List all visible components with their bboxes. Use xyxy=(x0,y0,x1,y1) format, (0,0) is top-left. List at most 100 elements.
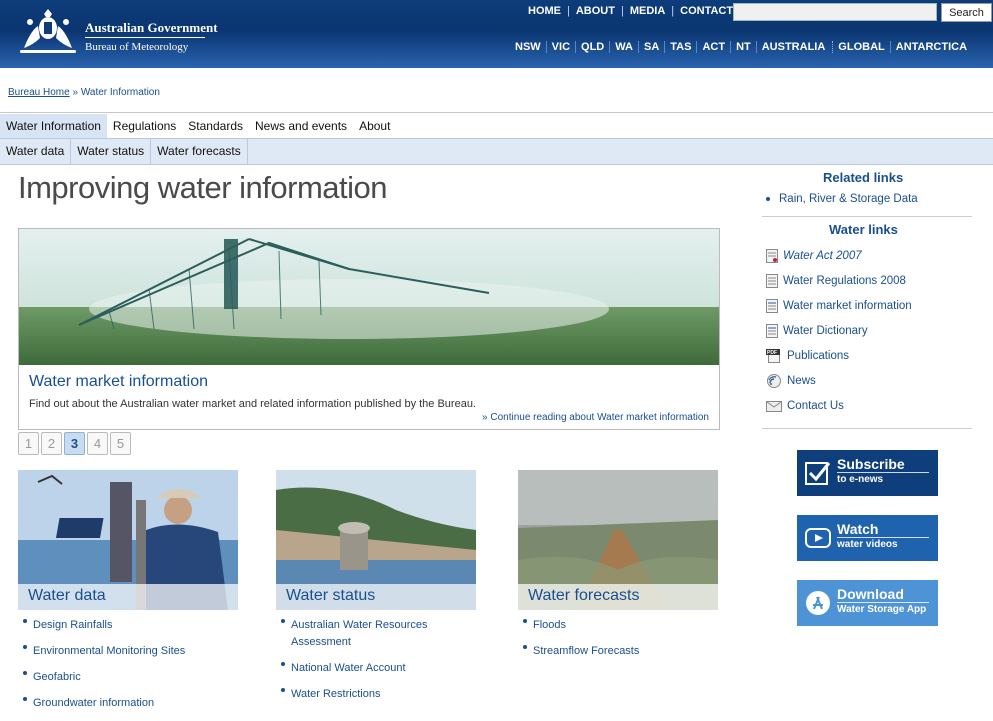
promo-title: Subscribe xyxy=(837,456,905,472)
top-link-about[interactable]: ABOUT xyxy=(570,5,621,17)
subnav-water-data[interactable]: Water data xyxy=(0,139,72,164)
water-link-water-dictionary[interactable]: Water Dictionary xyxy=(766,324,868,338)
link-label[interactable]: Rain, River & Storage Data xyxy=(779,193,918,205)
link-label[interactable]: Publications xyxy=(787,350,849,362)
link-label[interactable]: Water Dictionary xyxy=(783,325,868,337)
link-groundwater-information[interactable]: Groundwater information xyxy=(18,695,238,712)
link-label[interactable]: Water market information xyxy=(783,300,912,312)
promo-subtitle: water videos xyxy=(837,539,898,550)
water-link-water-act[interactable]: Water Act 2007 xyxy=(766,249,862,263)
pager-page-4[interactable]: 4 xyxy=(87,432,108,455)
state-link-antarctica[interactable]: ANTARCTICA xyxy=(889,41,972,53)
feature-description: Find out about the Australian water mark… xyxy=(29,398,476,410)
card-link-list: Floods Streamflow Forecasts xyxy=(518,617,718,669)
link-water-restrictions[interactable]: Water Restrictions xyxy=(276,686,476,703)
state-link-wa[interactable]: WA xyxy=(609,41,638,53)
checkbox-icon xyxy=(805,462,831,485)
promo-title: Watch xyxy=(837,521,879,537)
state-link-sa[interactable]: SA xyxy=(637,41,664,53)
site-header: Australian Government Bureau of Meteorol… xyxy=(0,0,993,68)
breadcrumb-separator: » xyxy=(72,87,79,98)
feature-continue-link[interactable]: » Continue reading about Water market in… xyxy=(482,412,709,423)
divider xyxy=(0,112,993,113)
state-link-global[interactable]: GLOBAL xyxy=(832,41,889,53)
link-floods[interactable]: Floods xyxy=(518,617,718,634)
download-app-button[interactable]: Download Water Storage App xyxy=(797,580,938,626)
promo-underline xyxy=(837,472,929,473)
card-title-bar: Water status xyxy=(276,584,476,610)
state-link-nsw[interactable]: NSW xyxy=(510,41,546,53)
promo-subtitle: Water Storage App xyxy=(837,604,927,615)
link-geofabric[interactable]: Geofabric xyxy=(18,669,238,686)
divider xyxy=(762,428,972,429)
link-national-water-account[interactable]: National Water Account xyxy=(276,660,476,677)
link-label[interactable]: Water Act 2007 xyxy=(783,250,862,262)
feature-title[interactable]: Water market information xyxy=(29,373,208,391)
logo-divider xyxy=(85,37,205,38)
link-design-rainfalls[interactable]: Design Rainfalls xyxy=(18,617,238,634)
card-title[interactable]: Water status xyxy=(286,587,375,605)
state-link-act[interactable]: ACT xyxy=(696,41,730,53)
breadcrumb: Bureau Home » Water Information xyxy=(8,87,160,98)
link-label[interactable]: News xyxy=(787,375,816,387)
card-title[interactable]: Water data xyxy=(28,587,106,605)
top-link-home[interactable]: HOME xyxy=(522,5,567,17)
government-name: Australian Government xyxy=(85,20,218,35)
state-link-qld[interactable]: QLD xyxy=(575,41,609,53)
main-nav: Water Information Regulations Standards … xyxy=(0,114,993,138)
rss-feed-icon xyxy=(767,374,781,388)
subnav-water-status[interactable]: Water status xyxy=(71,139,152,164)
nav-tab-standards[interactable]: Standards xyxy=(182,114,249,138)
link-label[interactable]: Water Regulations 2008 xyxy=(783,275,906,287)
top-link-media[interactable]: MEDIA xyxy=(624,5,671,17)
pager-page-2[interactable]: 2 xyxy=(41,432,62,455)
pager-page-3-current[interactable]: 3 xyxy=(64,432,85,455)
link-australian-water-resources-assessment[interactable]: Australian Water Resources Assessment xyxy=(276,617,476,651)
document-icon xyxy=(766,324,778,338)
nav-tab-about[interactable]: About xyxy=(353,114,396,138)
search-button[interactable]: Search xyxy=(941,3,992,22)
state-link-nt[interactable]: NT xyxy=(730,41,756,53)
nav-tab-water-information[interactable]: Water Information xyxy=(0,114,107,138)
carousel-pager: 1 2 3 4 5 xyxy=(18,432,133,455)
water-link-contact-us[interactable]: Contact Us xyxy=(766,399,844,413)
water-link-water-regulations[interactable]: Water Regulations 2008 xyxy=(766,274,906,288)
water-link-news[interactable]: News xyxy=(766,374,816,388)
divider xyxy=(762,216,972,217)
promo-underline xyxy=(837,602,929,603)
link-streamflow-forecasts[interactable]: Streamflow Forecasts xyxy=(518,643,718,660)
document-icon xyxy=(766,299,778,313)
pager-page-5[interactable]: 5 xyxy=(110,432,131,455)
breadcrumb-current: Water Information xyxy=(80,87,160,98)
play-video-icon xyxy=(805,528,831,548)
card-title-bar: Water data xyxy=(18,584,238,610)
related-link-rain-river-storage[interactable]: Rain, River & Storage Data xyxy=(766,193,918,205)
state-link-vic[interactable]: VIC xyxy=(545,41,575,53)
bureau-name: Bureau of Meteorology xyxy=(85,41,189,53)
link-environmental-monitoring-sites[interactable]: Environmental Monitoring Sites xyxy=(18,643,238,660)
state-link-australia[interactable]: AUSTRALIA xyxy=(755,41,831,53)
nav-tab-news-and-events[interactable]: News and events xyxy=(249,114,353,138)
pager-page-1[interactable]: 1 xyxy=(18,432,39,455)
envelope-icon xyxy=(766,401,782,412)
coat-of-arms-logo[interactable] xyxy=(16,8,80,58)
subnav-water-forecasts[interactable]: Water forecasts xyxy=(151,139,248,164)
state-link-tas[interactable]: TAS xyxy=(664,41,696,53)
document-icon xyxy=(766,249,778,263)
card-title[interactable]: Water forecasts xyxy=(528,587,639,605)
watch-videos-button[interactable]: Watch water videos xyxy=(797,515,938,561)
feature-panel: Water market information Find out about … xyxy=(18,228,720,430)
pdf-icon: PDF xyxy=(766,349,780,363)
related-links-heading: Related links xyxy=(823,170,904,185)
pdf-icon-label: PDF xyxy=(767,350,777,356)
search-input[interactable] xyxy=(733,3,937,21)
utility-nav: HOME | ABOUT | MEDIA | CONTACTS xyxy=(522,5,746,17)
breadcrumb-home-link[interactable]: Bureau Home xyxy=(8,87,70,98)
water-link-water-market-information[interactable]: Water market information xyxy=(766,299,912,313)
water-link-publications[interactable]: PDF Publications xyxy=(766,349,849,363)
nav-tab-regulations[interactable]: Regulations xyxy=(107,114,182,138)
link-label[interactable]: Contact Us xyxy=(787,400,844,412)
irrigation-field-image[interactable] xyxy=(19,229,719,365)
subscribe-enews-button[interactable]: Subscribe to e-news xyxy=(797,450,938,496)
state-nav: NSW VIC QLD WA SA TAS ACT NT AUSTRALIA G… xyxy=(510,41,972,53)
